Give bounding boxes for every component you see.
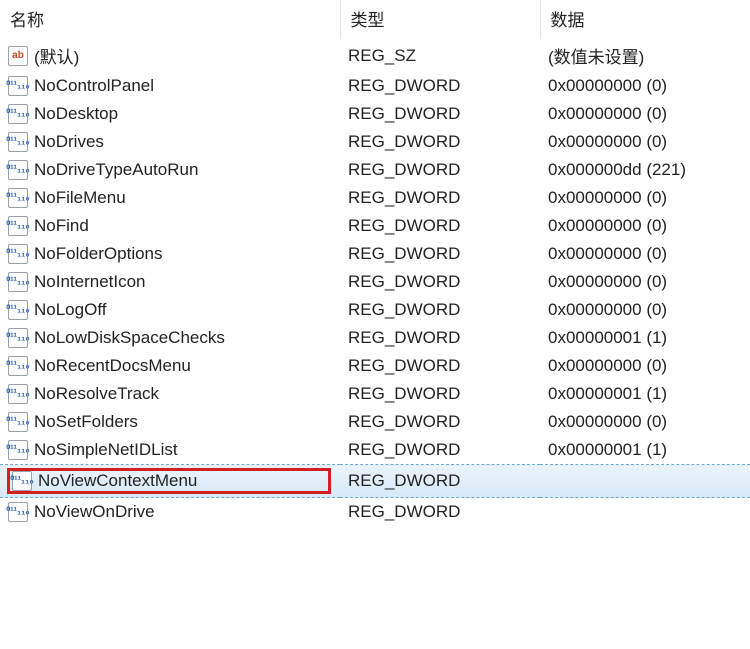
reg-dword-icon: ⁰¹¹₁₁₀: [12, 471, 32, 491]
reg-dword-icon: ⁰¹¹₁₁₀: [8, 272, 28, 292]
reg-dword-icon: ⁰¹¹₁₁₀: [8, 76, 28, 96]
reg-dword-icon: ⁰¹¹₁₁₀: [8, 384, 28, 404]
value-data: 0x00000000 (0): [540, 296, 750, 324]
table-row[interactable]: ⁰¹¹₁₁₀ NoSetFolders REG_DWORD0x00000000 (0…: [0, 408, 750, 436]
value-type: REG_DWORD: [340, 184, 540, 212]
table-row[interactable]: ⁰¹¹₁₁₀ NoResolveTrack REG_DWORD0x00000001 …: [0, 380, 750, 408]
value-type: REG_DWORD: [340, 268, 540, 296]
table-row[interactable]: ab (默认) REG_SZ(数值未设置): [0, 39, 750, 72]
table-row[interactable]: ⁰¹¹₁₁₀ NoLowDiskSpaceChecks REG_DWORD0x000…: [0, 324, 750, 352]
value-data: 0x00000000 (0): [540, 212, 750, 240]
table-row[interactable]: ⁰¹¹₁₁₀ NoControlPanel REG_DWORD0x00000000 …: [0, 72, 750, 100]
reg-dword-icon: ⁰¹¹₁₁₀: [8, 412, 28, 432]
value-name: NoFileMenu: [34, 188, 126, 208]
value-name: NoRecentDocsMenu: [34, 356, 191, 376]
table-row[interactable]: ⁰¹¹₁₁₀ NoInternetIcon REG_DWORD0x00000000 …: [0, 268, 750, 296]
value-name: NoDriveTypeAutoRun: [34, 160, 198, 180]
value-type: REG_DWORD: [340, 156, 540, 184]
table-row[interactable]: ⁰¹¹₁₁₀ NoFileMenu REG_DWORD0x00000000 (0): [0, 184, 750, 212]
reg-dword-icon: ⁰¹¹₁₁₀: [8, 244, 28, 264]
value-data: 0x00000001 (1): [540, 324, 750, 352]
value-name: NoLowDiskSpaceChecks: [34, 328, 225, 348]
table-row[interactable]: ⁰¹¹₁₁₀ NoLogOff REG_DWORD0x00000000 (0): [0, 296, 750, 324]
value-data: 0x00000000 (0): [540, 72, 750, 100]
value-data: [540, 465, 750, 498]
column-header-type[interactable]: 类型: [340, 0, 540, 39]
value-name: NoDrives: [34, 132, 104, 152]
value-type: REG_DWORD: [340, 212, 540, 240]
reg-dword-icon: ⁰¹¹₁₁₀: [8, 216, 28, 236]
table-row[interactable]: ⁰¹¹₁₁₀ NoDriveTypeAutoRun REG_DWORD0x00000…: [0, 156, 750, 184]
table-row[interactable]: ⁰¹¹₁₁₀ NoDesktop REG_DWORD0x00000000 (0): [0, 100, 750, 128]
value-type: REG_DWORD: [340, 436, 540, 465]
value-type: REG_DWORD: [340, 498, 540, 527]
value-type: REG_DWORD: [340, 324, 540, 352]
value-data: 0x00000000 (0): [540, 128, 750, 156]
table-header-row: 名称 类型 数据: [0, 0, 750, 39]
column-header-data[interactable]: 数据: [540, 0, 750, 39]
value-type: REG_DWORD: [340, 352, 540, 380]
value-data: 0x00000001 (1): [540, 436, 750, 465]
reg-dword-icon: ⁰¹¹₁₁₀: [8, 104, 28, 124]
value-type: REG_DWORD: [340, 240, 540, 268]
value-data: 0x00000000 (0): [540, 184, 750, 212]
reg-dword-icon: ⁰¹¹₁₁₀: [8, 328, 28, 348]
reg-dword-icon: ⁰¹¹₁₁₀: [8, 502, 28, 522]
table-row[interactable]: ⁰¹¹₁₁₀ NoViewOnDrive REG_DWORD: [0, 498, 750, 527]
reg-dword-icon: ⁰¹¹₁₁₀: [8, 160, 28, 180]
reg-sz-icon: ab: [8, 46, 28, 66]
value-type: REG_DWORD: [340, 465, 540, 498]
value-type: REG_DWORD: [340, 408, 540, 436]
value-data: 0x00000000 (0): [540, 100, 750, 128]
reg-dword-icon: ⁰¹¹₁₁₀: [8, 132, 28, 152]
value-type: REG_DWORD: [340, 296, 540, 324]
value-data: [540, 498, 750, 527]
value-data: 0x000000dd (221): [540, 156, 750, 184]
value-data: (数值未设置): [540, 39, 750, 72]
value-name: NoSetFolders: [34, 412, 138, 432]
value-data: 0x00000001 (1): [540, 380, 750, 408]
table-row[interactable]: ⁰¹¹₁₁₀ NoViewContextMenu REG_DWORD: [0, 465, 750, 498]
value-name: NoResolveTrack: [34, 384, 159, 404]
table-row[interactable]: ⁰¹¹₁₁₀ NoDrives REG_DWORD0x00000000 (0): [0, 128, 750, 156]
value-type: REG_DWORD: [340, 100, 540, 128]
value-name: NoSimpleNetIDList: [34, 440, 178, 460]
value-name: NoFind: [34, 216, 89, 236]
value-type: REG_DWORD: [340, 380, 540, 408]
value-name: NoViewOnDrive: [34, 502, 155, 522]
reg-dword-icon: ⁰¹¹₁₁₀: [8, 300, 28, 320]
value-type: REG_DWORD: [340, 72, 540, 100]
value-name: NoControlPanel: [34, 76, 154, 96]
registry-values-table: 名称 类型 数据 ab (默认) REG_SZ(数值未设置) ⁰¹¹₁₁₀ NoCont…: [0, 0, 750, 526]
value-type: REG_DWORD: [340, 128, 540, 156]
table-row[interactable]: ⁰¹¹₁₁₀ NoRecentDocsMenu REG_DWORD0x0000000…: [0, 352, 750, 380]
reg-dword-icon: ⁰¹¹₁₁₀: [8, 440, 28, 460]
value-name: NoDesktop: [34, 104, 118, 124]
value-data: 0x00000000 (0): [540, 408, 750, 436]
value-name: (默认): [34, 43, 79, 68]
table-row[interactable]: ⁰¹¹₁₁₀ NoFind REG_DWORD0x00000000 (0): [0, 212, 750, 240]
value-data: 0x00000000 (0): [540, 352, 750, 380]
reg-dword-icon: ⁰¹¹₁₁₀: [8, 188, 28, 208]
value-data: 0x00000000 (0): [540, 268, 750, 296]
value-name: NoViewContextMenu: [38, 471, 197, 491]
column-header-name[interactable]: 名称: [0, 0, 340, 39]
value-name: NoLogOff: [34, 300, 106, 320]
table-row[interactable]: ⁰¹¹₁₁₀ NoFolderOptions REG_DWORD0x00000000…: [0, 240, 750, 268]
value-name: NoFolderOptions: [34, 244, 163, 264]
value-type: REG_SZ: [340, 39, 540, 72]
table-row[interactable]: ⁰¹¹₁₁₀ NoSimpleNetIDList REG_DWORD0x000000…: [0, 436, 750, 465]
value-name: NoInternetIcon: [34, 272, 146, 292]
value-data: 0x00000000 (0): [540, 240, 750, 268]
reg-dword-icon: ⁰¹¹₁₁₀: [8, 356, 28, 376]
